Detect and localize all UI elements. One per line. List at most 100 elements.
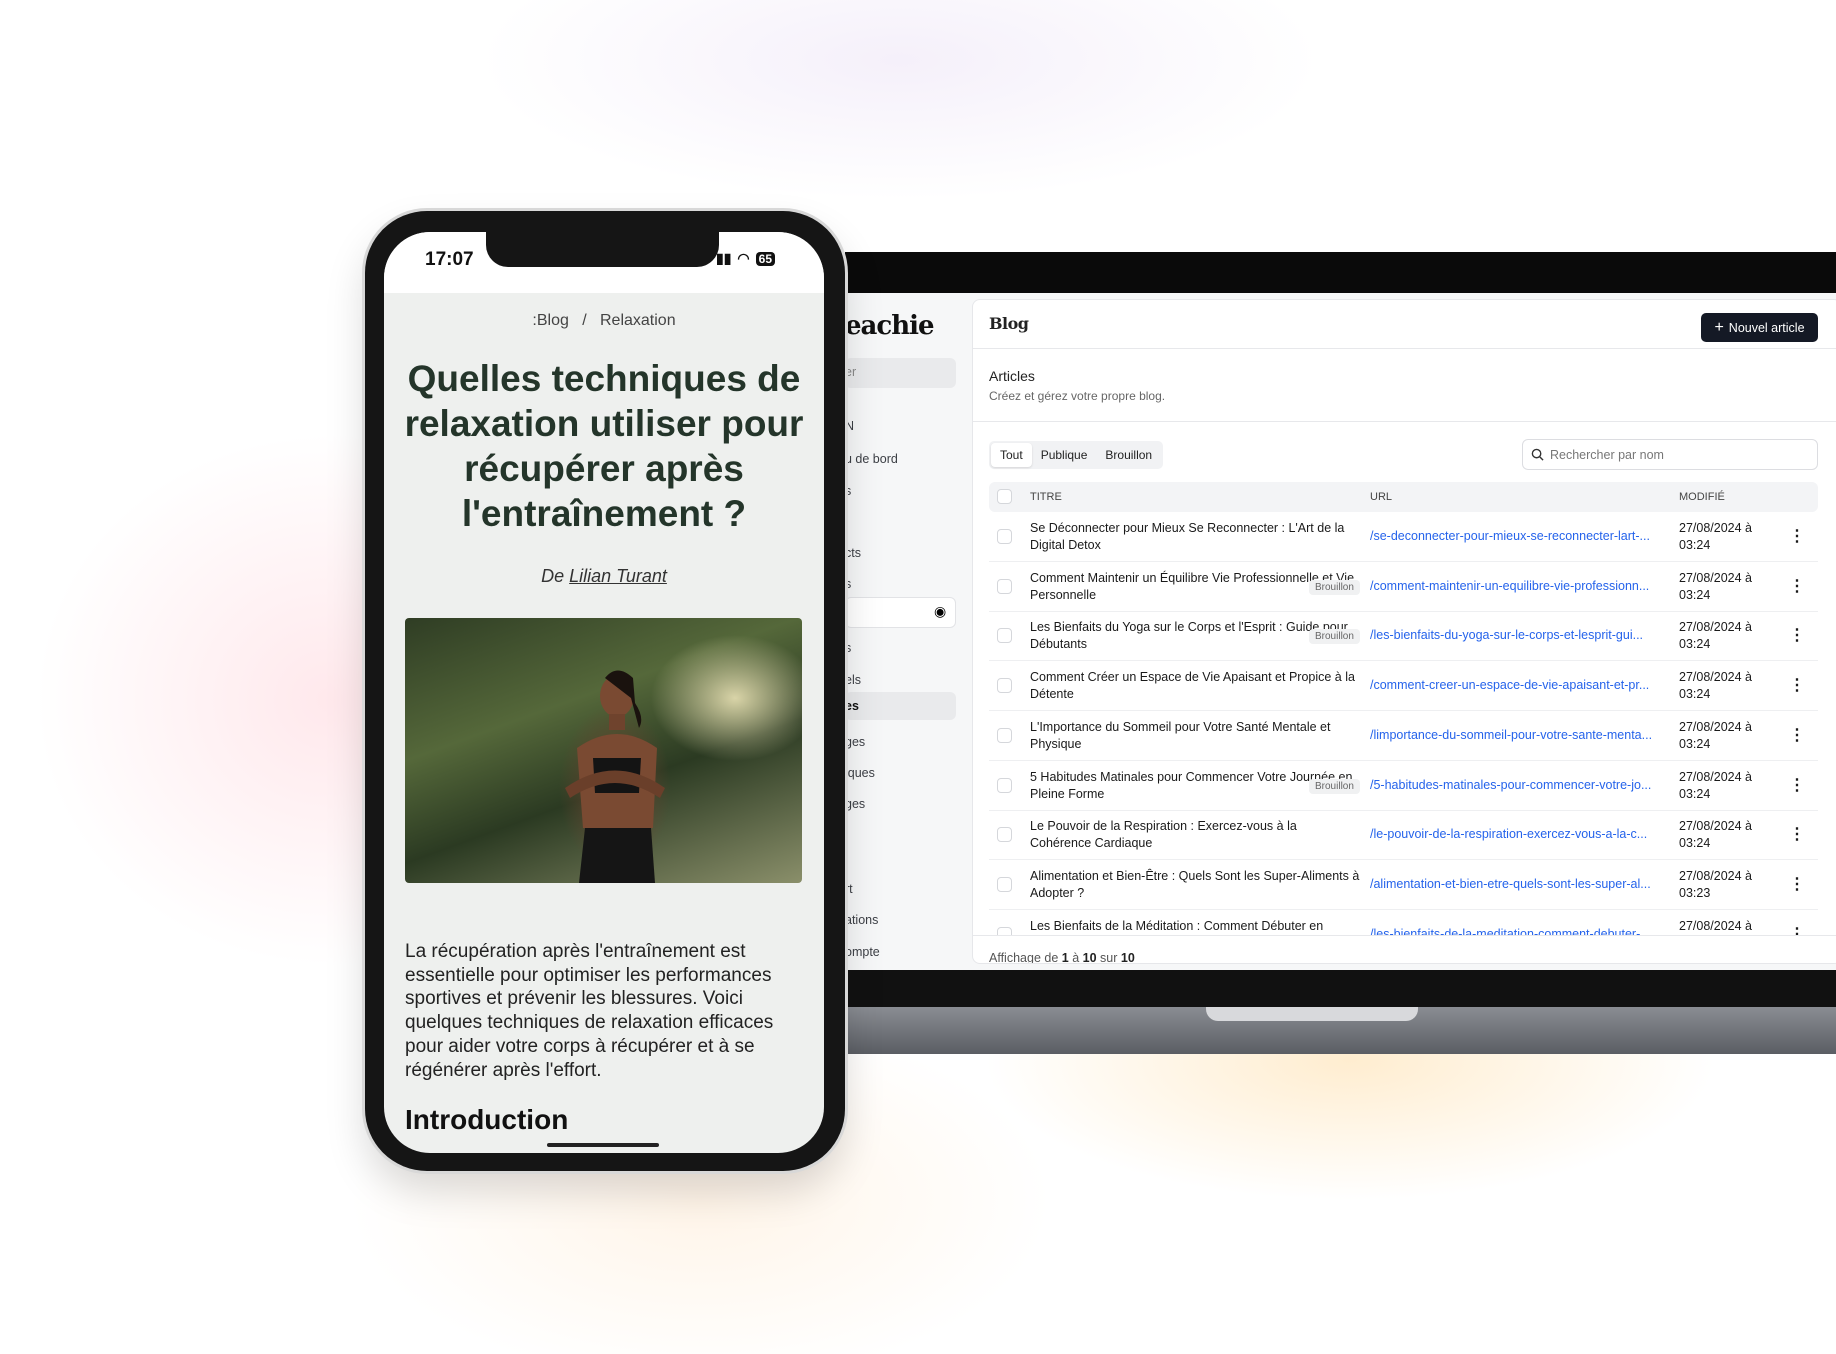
- row-title[interactable]: Se Déconnecter pour Mieux Se Reconnecter…: [1030, 520, 1360, 554]
- sidebar-active-highlight: [845, 692, 956, 720]
- sidebar-item[interactable]: es: [845, 699, 859, 713]
- more-options-icon[interactable]: ⋮: [1789, 576, 1805, 596]
- table-row[interactable]: Les Bienfaits de la Méditation : Comment…: [989, 910, 1818, 935]
- sidebar-item[interactable]: iques: [845, 766, 875, 780]
- table-row[interactable]: L'Importance du Sommeil pour Votre Santé…: [989, 711, 1818, 761]
- divider: [973, 421, 1836, 422]
- row-time: 03:24: [1679, 786, 1711, 801]
- table-row[interactable]: Comment Créer un Espace de Vie Apaisant …: [989, 661, 1818, 712]
- more-options-icon[interactable]: ⋮: [1789, 526, 1805, 546]
- footer-text: sur: [1100, 951, 1118, 964]
- row-title[interactable]: L'Importance du Sommeil pour Votre Santé…: [1030, 719, 1360, 753]
- table-header: TITRE URL MODIFIÉ: [989, 482, 1818, 512]
- row-url[interactable]: /se-deconnecter-pour-mieux-se-reconnecte…: [1370, 529, 1670, 543]
- row-title[interactable]: Le Pouvoir de la Respiration : Exercez-v…: [1030, 818, 1360, 852]
- laptop-notch: [1206, 1007, 1418, 1021]
- wifi-icon: ◠: [737, 250, 750, 266]
- row-url[interactable]: /alimentation-et-bien-etre-quels-sont-le…: [1370, 877, 1670, 891]
- sidebar-item[interactable]: ges: [845, 797, 865, 811]
- tab-publique[interactable]: Publique: [1032, 443, 1097, 467]
- sidebar-search-text: er: [845, 365, 857, 379]
- row-title[interactable]: Comment Créer un Espace de Vie Apaisant …: [1030, 669, 1360, 703]
- new-article-button[interactable]: + Nouvel article: [1701, 313, 1818, 342]
- eye-icon[interactable]: ◉: [934, 603, 946, 620]
- article-author: De Lilian Turant: [384, 566, 824, 587]
- page-title: Blog: [989, 314, 1029, 333]
- row-url[interactable]: /le-pouvoir-de-la-respiration-exercez-vo…: [1370, 827, 1670, 841]
- status-badge: Brouillon: [1309, 629, 1360, 645]
- sidebar-select[interactable]: ◉: [845, 597, 956, 628]
- row-checkbox[interactable]: [997, 727, 1012, 743]
- table-row[interactable]: Comment Maintenir un Équilibre Vie Profe…: [989, 562, 1818, 612]
- row-date: 27/08/2024 à: [1679, 570, 1752, 585]
- row-checkbox[interactable]: [997, 876, 1012, 892]
- sidebar-item[interactable]: els: [845, 673, 861, 687]
- row-checkbox[interactable]: [997, 578, 1012, 594]
- more-options-icon[interactable]: ⋮: [1789, 725, 1805, 745]
- row-time: 03:24: [1679, 538, 1711, 552]
- row-checkbox[interactable]: [997, 827, 1012, 843]
- sidebar-item[interactable]: s: [845, 577, 851, 591]
- tab-brouillon[interactable]: Brouillon: [1096, 443, 1161, 467]
- row-url[interactable]: /5-habitudes-matinales-pour-commencer-vo…: [1370, 778, 1670, 792]
- row-checkbox[interactable]: [997, 926, 1012, 935]
- row-modified: 27/08/2024 à 03:24: [1679, 520, 1752, 554]
- row-checkbox[interactable]: [997, 678, 1012, 694]
- sidebar-item[interactable]: rt: [845, 882, 853, 896]
- table-row[interactable]: Les Bienfaits du Yoga sur le Corps et l'…: [989, 611, 1818, 662]
- row-checkbox[interactable]: [997, 628, 1012, 644]
- row-url[interactable]: /comment-creer-un-espace-de-vie-apaisant…: [1370, 678, 1670, 692]
- select-all-checkbox[interactable]: [997, 489, 1012, 504]
- status-time: 17:07: [425, 249, 474, 270]
- row-modified: 27/08/2024 à 03:24: [1679, 818, 1752, 852]
- row-modified: 27/08/2024 à 03:23: [1679, 868, 1752, 902]
- new-article-label: Nouvel article: [1728, 320, 1805, 335]
- sidebar-item[interactable]: ompte: [845, 945, 880, 959]
- row-modified: 27/08/2024 à 03:24: [1679, 570, 1752, 604]
- battery-icon: 65: [755, 251, 775, 266]
- sidebar-item[interactable]: cts: [845, 546, 861, 560]
- row-date: 27/08/2024 à: [1679, 521, 1752, 535]
- row-time: 03:24: [1679, 836, 1711, 851]
- more-options-icon[interactable]: ⋮: [1789, 775, 1805, 795]
- more-options-icon[interactable]: ⋮: [1789, 675, 1805, 695]
- sidebar-item[interactable]: u de bord: [845, 452, 898, 466]
- row-checkbox[interactable]: [997, 529, 1012, 544]
- sidebar-search[interactable]: er: [845, 358, 956, 388]
- footer-total: 10: [1120, 951, 1135, 964]
- article-image: [405, 618, 802, 883]
- more-options-icon[interactable]: ⋮: [1789, 824, 1805, 844]
- sidebar-item[interactable]: ges: [845, 735, 865, 749]
- row-checkbox[interactable]: [997, 777, 1012, 793]
- sidebar-item[interactable]: s: [845, 484, 851, 498]
- sidebar-item[interactable]: ations: [845, 913, 878, 927]
- table-row[interactable]: Le Pouvoir de la Respiration : Exercez-v…: [989, 810, 1818, 861]
- row-url[interactable]: /les-bienfaits-de-la-meditation-comment-…: [1370, 927, 1670, 935]
- app-logo: eachie: [845, 311, 935, 341]
- article-title: Quelles techniques de relaxation utilise…: [404, 358, 804, 534]
- author-link[interactable]: Lilian Turant: [569, 566, 667, 586]
- more-options-icon[interactable]: ⋮: [1789, 874, 1805, 894]
- more-options-icon[interactable]: ⋮: [1789, 924, 1805, 935]
- table-row[interactable]: Se Déconnecter pour Mieux Se Reconnecter…: [989, 512, 1818, 562]
- row-url[interactable]: /limportance-du-sommeil-pour-votre-sante…: [1370, 728, 1670, 742]
- breadcrumb[interactable]: :Blog / Relaxation: [384, 312, 824, 330]
- blog-panel: Blog + Nouvel article Articles Créez et g…: [972, 299, 1836, 964]
- row-url[interactable]: /comment-maintenir-un-equilibre-vie-prof…: [1370, 579, 1670, 593]
- tab-tout[interactable]: Tout: [991, 443, 1032, 467]
- table-row[interactable]: 5 Habitudes Matinales pour Commencer Vot…: [989, 761, 1818, 811]
- row-title[interactable]: Les Bienfaits de la Méditation : Comment…: [1030, 918, 1360, 935]
- laptop-bezel-bottom: [845, 970, 1836, 1008]
- more-options-icon[interactable]: ⋮: [1789, 625, 1805, 645]
- row-date: 27/08/2024 à: [1679, 670, 1752, 685]
- column-title: TITRE: [1030, 491, 1062, 503]
- sidebar-item[interactable]: s: [845, 641, 851, 655]
- woman-yoga-figure: [565, 670, 665, 883]
- sidebar-item[interactable]: N: [845, 419, 854, 433]
- row-url[interactable]: /les-bienfaits-du-yoga-sur-le-corps-et-l…: [1370, 628, 1670, 642]
- search-input[interactable]: Rechercher par nom: [1522, 439, 1818, 470]
- row-title[interactable]: Alimentation et Bien-Être : Quels Sont l…: [1030, 868, 1360, 902]
- column-modified: MODIFIÉ: [1679, 491, 1725, 503]
- table-row[interactable]: Alimentation et Bien-Être : Quels Sont l…: [989, 860, 1818, 910]
- section-title: Articles: [989, 368, 1035, 384]
